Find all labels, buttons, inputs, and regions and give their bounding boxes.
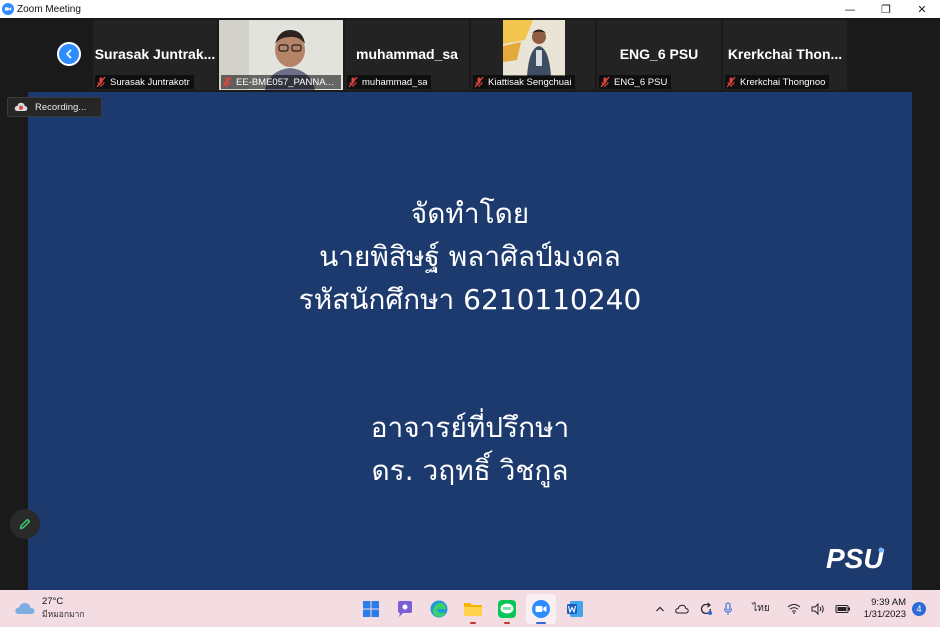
teams-chat-button[interactable] (390, 594, 420, 624)
file-explorer-icon (464, 603, 482, 616)
meeting-area: Surasak Juntrak... Surasak Juntrakotr EE… (0, 18, 940, 590)
clock-date: 1/31/2023 (863, 608, 906, 620)
system-tray: ไทย 9:39 AM 1/31/2023 4 (650, 590, 940, 627)
start-icon (363, 601, 379, 617)
participant-tile[interactable]: muhammad_sa muhammad_sa (345, 20, 469, 90)
participant-display-name: ENG_6 PSU (619, 46, 699, 62)
recording-label: Recording... (35, 101, 87, 113)
participant-display-name: muhammad_sa (356, 46, 458, 62)
weather-condition: มีหมอกมาก (42, 609, 85, 619)
participant-strip: Surasak Juntrak... Surasak Juntrakotr EE… (0, 18, 940, 92)
person-photo-icon (503, 20, 565, 76)
chevron-left-icon (66, 49, 72, 59)
slide-line: อาจารย์ที่ปรึกษา (370, 411, 570, 444)
participant-tile[interactable]: Kiattisak Sengchuai (471, 20, 595, 90)
participant-label: ENG_6 PSU (599, 75, 672, 89)
running-indicator (470, 622, 476, 624)
participant-label: Surasak Juntrakotr (95, 75, 194, 89)
sync-button[interactable] (699, 602, 713, 616)
wifi-icon (787, 604, 801, 614)
mic-muted-icon (474, 76, 484, 88)
participant-label: Kiattisak Sengchuai (473, 75, 576, 89)
zoom-app-icon (2, 3, 14, 15)
file-explorer-button[interactable] (458, 594, 488, 624)
microphone-icon (724, 601, 733, 615)
participant-label: Krerkchai Thongnoo (725, 75, 830, 89)
cloud-recording-icon (14, 102, 28, 111)
windows-taskbar: 27°C มีหมอกมาก ไทย 9:39 AM 1/31/2023 4 (0, 590, 940, 627)
edge-icon (430, 600, 448, 618)
edge-button[interactable] (424, 594, 454, 624)
participant-tile[interactable]: ENG_6 PSU ENG_6 PSU (597, 20, 721, 90)
slide-text-bottom: อาจารย์ที่ปรึกษา ดร. วฤทธิ์ วิชกูล (28, 406, 912, 492)
notification-badge[interactable]: 4 (912, 601, 926, 616)
annotate-button[interactable] (10, 509, 40, 539)
teams-chat-icon (398, 601, 412, 617)
weather-temperature: 27°C (42, 596, 64, 607)
onedrive-cloud-icon (675, 604, 689, 613)
close-button[interactable]: ✕ (904, 0, 940, 18)
wifi-button[interactable] (787, 603, 801, 614)
volume-button[interactable] (811, 602, 825, 615)
slide-line: จัดทำโดย (410, 197, 530, 230)
psu-logo: PSU (826, 543, 884, 572)
participant-display-name: Krerkchai Thon... (727, 46, 843, 62)
pencil-icon (19, 518, 31, 530)
line-icon (498, 600, 516, 618)
restore-button[interactable]: ❐ (868, 0, 904, 18)
word-icon (567, 601, 583, 617)
participant-label: EE-BME057_PANNATO... (221, 75, 341, 89)
minimize-button[interactable]: — (832, 0, 868, 18)
previous-participants-button[interactable] (57, 42, 81, 66)
chevron-up-icon (656, 606, 665, 611)
window-title-bar: Zoom Meeting — ❐ ✕ (0, 0, 940, 18)
participant-label: muhammad_sa (347, 75, 432, 89)
taskbar-apps (356, 594, 594, 624)
window-title: Zoom Meeting (17, 3, 81, 15)
cloud-weather-icon (15, 603, 35, 614)
psu-logo-text: PSU (826, 543, 884, 572)
show-hidden-icons-button[interactable] (655, 605, 665, 613)
slide-text-top: จัดทำโดย นายพิสิษฐ์ พลาศิลป์มงคล รหัสนัก… (28, 192, 912, 321)
running-indicator (504, 622, 510, 624)
start-button[interactable] (356, 594, 386, 624)
recording-indicator[interactable]: Recording... (7, 97, 102, 117)
speaker-icon (811, 602, 824, 615)
clock[interactable]: 9:39 AM 1/31/2023 (864, 597, 906, 621)
slide-line: นายพิสิษฐ์ พลาศิลป์มงคล (319, 240, 621, 273)
zoom-button[interactable] (526, 594, 556, 624)
battery-icon (835, 604, 850, 613)
shared-screen-slide: จัดทำโดย นายพิสิษฐ์ พลาศิลป์มงคล รหัสนัก… (28, 92, 912, 590)
language-indicator[interactable]: ไทย (752, 601, 769, 616)
participant-photo (503, 20, 565, 76)
mic-muted-icon (726, 76, 736, 88)
mic-muted-icon (222, 76, 232, 88)
slide-line: รหัสนักศึกษา 6210110240 (298, 283, 642, 316)
clock-time: 9:39 AM (871, 596, 906, 608)
mic-muted-icon (96, 76, 106, 88)
battery-button[interactable] (835, 604, 851, 614)
mic-muted-icon (348, 76, 358, 88)
running-indicator (536, 622, 546, 624)
participant-tile[interactable]: Krerkchai Thon... Krerkchai Thongnoo (723, 20, 847, 90)
slide-line: ดร. วฤทธิ์ วิชกูล (371, 454, 569, 487)
weather-widget[interactable]: 27°C มีหมอกมาก (14, 596, 85, 620)
participant-display-name: Surasak Juntrak... (94, 46, 216, 62)
zoom-icon (532, 600, 550, 618)
mic-muted-icon (600, 76, 610, 88)
onedrive-button[interactable] (675, 604, 689, 614)
sync-icon (701, 602, 713, 615)
participant-tile[interactable]: Surasak Juntrak... Surasak Juntrakotr (93, 20, 217, 90)
participant-tile[interactable]: EE-BME057_PANNATO... (219, 20, 343, 90)
microphone-button[interactable] (723, 601, 733, 616)
line-button[interactable] (492, 594, 522, 624)
word-button[interactable] (560, 594, 590, 624)
